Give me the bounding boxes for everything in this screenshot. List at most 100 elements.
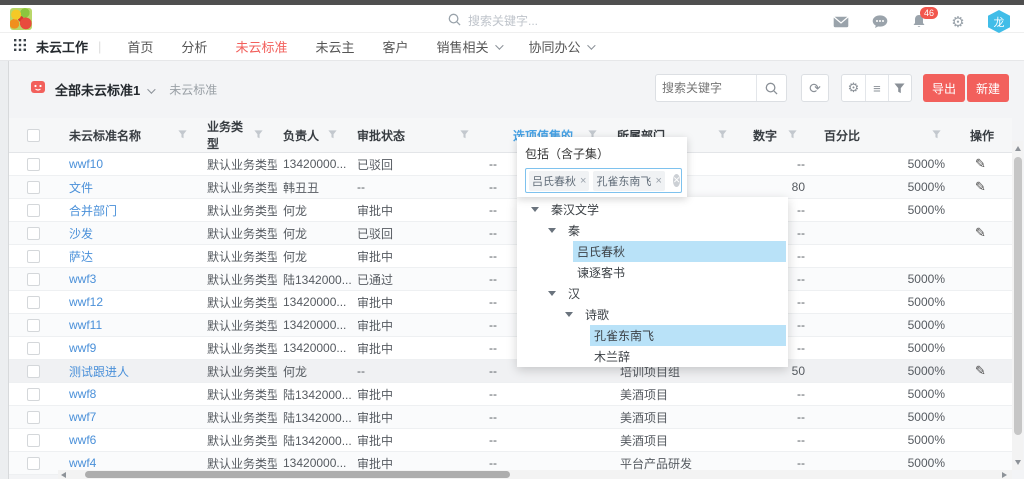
record-link[interactable]: wwf11 [69,318,102,332]
edit-icon[interactable]: ✎ [975,363,986,378]
columns-button[interactable]: ≡ [865,75,888,101]
row-checkbox[interactable] [27,227,40,240]
chat-icon[interactable] [871,13,889,31]
row-checkbox[interactable] [27,273,40,286]
row-checkbox[interactable] [27,411,40,424]
clear-input-icon[interactable]: ✕ [673,174,681,187]
list-search-input[interactable] [656,81,756,95]
row-checkbox[interactable] [27,250,40,263]
remove-tag-icon[interactable]: × [580,175,586,187]
nav-item-4[interactable]: 未云主 [315,37,354,56]
user-avatar[interactable]: 龙 [988,10,1010,33]
record-link[interactable]: wwf8 [69,387,96,401]
app-logo[interactable] [10,8,32,30]
refresh-button[interactable]: ⟳ [801,74,829,102]
tree-node[interactable]: 诗歌 [517,304,788,325]
nav-item-1[interactable]: 首页 [127,37,153,56]
tree-node[interactable]: 吕氏春秋 [517,241,788,262]
horizontal-scroll-thumb[interactable] [85,471,510,478]
tree-node[interactable]: 谏逐客书 [517,262,788,283]
scroll-left-icon[interactable] [61,472,66,478]
cell-approval-status: 审批中 [351,314,483,337]
table-row: 沙发默认业务类型何龙已驳回----✎ [9,222,1012,245]
scroll-right-icon[interactable] [1002,472,1007,478]
apps-grid-icon[interactable] [14,39,26,54]
export-button[interactable]: 导出 [923,74,965,102]
nav-item-7[interactable]: 协同办公 [529,37,593,56]
row-checkbox[interactable] [27,296,40,309]
record-link[interactable]: 沙发 [69,227,93,241]
tree-expand-icon[interactable] [548,291,556,296]
create-button[interactable]: 新建 [967,74,1009,102]
filter-icon[interactable] [932,128,941,142]
record-link[interactable]: 文件 [69,181,93,195]
record-link[interactable]: wwf9 [69,341,96,355]
record-link[interactable]: wwf7 [69,410,96,424]
tree-expand-icon[interactable] [565,312,573,317]
edit-icon[interactable]: ✎ [975,156,986,171]
tree-node[interactable]: 孔雀东南飞 [517,325,788,346]
nav-item-5[interactable]: 客户 [382,37,408,56]
filter-icon[interactable] [788,128,797,142]
record-link[interactable]: wwf12 [69,295,103,309]
nav-item-6[interactable]: 销售相关 [436,37,500,56]
record-link[interactable]: wwf10 [69,157,103,171]
remove-tag-icon[interactable]: × [655,175,661,187]
record-link[interactable]: 萨达 [69,250,93,264]
select-all-checkbox[interactable] [27,129,40,142]
scroll-up-icon[interactable] [1015,146,1021,151]
record-link[interactable]: wwf6 [69,433,96,447]
nav-item-3[interactable]: 未云标准 [235,37,287,56]
record-link[interactable]: wwf3 [69,272,96,286]
vertical-scrollbar[interactable] [1012,141,1023,470]
filter-tag-input[interactable]: 吕氏春秋×孔雀东南飞× ✕ [525,168,682,193]
view-title[interactable]: 全部未云标准1 [55,80,140,99]
scroll-down-icon[interactable] [1015,460,1021,465]
mail-icon[interactable] [832,13,850,31]
row-checkbox[interactable] [27,342,40,355]
column-label: 业务类型 [207,118,254,152]
filter-icon[interactable] [328,128,337,142]
tree-node[interactable]: 秦汉文学 [517,199,788,220]
row-checkbox[interactable] [27,365,40,378]
horizontal-scrollbar[interactable] [58,470,1012,479]
row-checkbox[interactable] [27,204,40,217]
cell-actions [955,429,1012,452]
bell-icon[interactable]: 46 [910,13,928,31]
workspace-title[interactable]: 未云工作 [36,37,88,56]
record-link[interactable]: wwf4 [69,456,96,470]
row-checkbox[interactable] [27,319,40,332]
filter-icon[interactable] [718,128,727,142]
settings-button[interactable]: ⚙ [842,75,865,101]
view-selector-caret-icon[interactable] [147,85,155,93]
table-row: 测试跟进人默认业务类型何龙----培训项目组505000%✎ [9,360,1012,383]
filter-icon[interactable] [178,128,187,142]
record-link[interactable]: 测试跟进人 [69,365,129,379]
row-checkbox[interactable] [27,434,40,447]
tree-expand-icon[interactable] [548,228,556,233]
tree-node[interactable]: 汉 [517,283,788,304]
row-checkbox[interactable] [27,181,40,194]
list-search-button[interactable] [756,75,786,101]
tree-node[interactable]: 秦 [517,220,788,241]
table-row: 萨达默认业务类型何龙审批中---- [9,245,1012,268]
filter-icon[interactable] [460,128,469,142]
filter-icon[interactable] [254,128,263,142]
filter-button[interactable] [888,75,911,101]
row-checkbox[interactable] [27,388,40,401]
cell-approval-status: -- [351,360,483,383]
tree-node[interactable]: 木兰辞 [517,346,788,367]
row-checkbox[interactable] [27,457,40,470]
header-checkbox-cell [9,118,57,153]
tree-expand-icon[interactable] [531,207,539,212]
global-search[interactable]: 搜索关键字... [448,12,538,29]
vertical-scroll-thumb[interactable] [1014,157,1022,435]
nav-item-2[interactable]: 分析 [181,37,207,56]
top-header: 搜索关键字... 46 ⚙ 龙 [0,5,1024,33]
row-checkbox[interactable] [27,158,40,171]
edit-icon[interactable]: ✎ [975,225,986,240]
main-nav: 未云工作 | 首页分析未云标准未云主客户销售相关协同办公 [0,33,1024,61]
gear-icon[interactable]: ⚙ [949,13,967,31]
record-link[interactable]: 合并部门 [69,204,117,218]
edit-icon[interactable]: ✎ [975,179,986,194]
